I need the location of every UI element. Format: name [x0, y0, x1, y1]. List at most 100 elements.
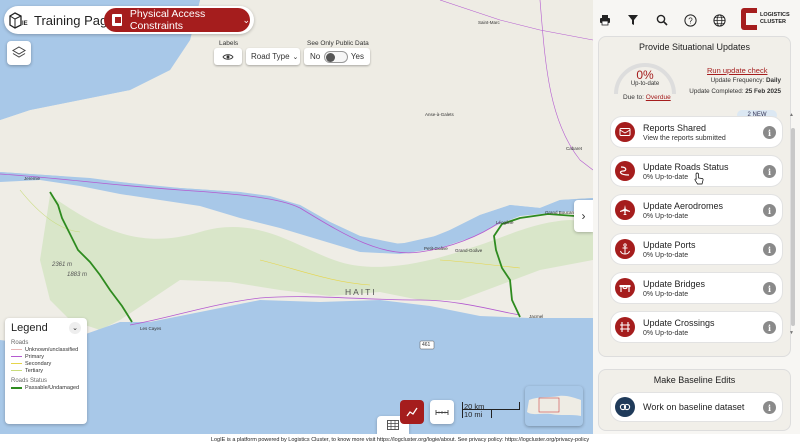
brand-line-1: LOGISTICS — [760, 12, 790, 19]
legend-row: Unknown/unclassified — [11, 346, 81, 353]
legend-row: Primary — [11, 353, 81, 360]
help-icon[interactable]: ? — [682, 12, 698, 28]
scroll-down-arrow[interactable]: ▼ — [789, 330, 794, 336]
item-title: Update Bridges — [643, 278, 706, 289]
legend-roads-list: Unknown/unclassified Primary Secondary Tert… — [11, 346, 81, 374]
gauge-percent: 0% — [636, 68, 654, 82]
map-label-haiti: HAITI — [345, 287, 377, 297]
updates-scrollbar[interactable] — [791, 128, 795, 326]
svg-text:?: ? — [688, 16, 693, 25]
public-data-yes: Yes — [350, 52, 364, 61]
measure-button[interactable] — [430, 400, 454, 424]
baseline-item-label: Work on baseline dataset — [643, 402, 745, 412]
due-info: Due to: Overdue — [623, 94, 671, 101]
due-label: Due to: — [623, 94, 644, 101]
due-overdue-link[interactable]: Overdue — [646, 94, 671, 101]
update-item-reports[interactable]: Reports Shared View the reports submitted… — [610, 116, 783, 148]
legend-row: Passable/Undamaged — [11, 384, 81, 391]
town-label-les-cayes: Les Cayes — [140, 326, 162, 331]
layers-button[interactable] — [7, 41, 31, 65]
legend-swatch — [11, 355, 22, 358]
minimap-shape — [527, 395, 581, 416]
layers-icon — [12, 46, 26, 58]
scale-bar: 20 km 10 mi — [460, 402, 522, 424]
update-completed: Update Completed: 25 Feb 2025 — [689, 88, 781, 95]
map-canvas[interactable]: HAITI 2361 m 1883 m 461 Jeremie Les Caye… — [0, 0, 593, 434]
overview-minimap[interactable] — [525, 386, 583, 426]
globe-icon[interactable] — [711, 12, 727, 28]
filter-icon[interactable] — [625, 12, 641, 28]
context-selector-button[interactable]: Physical Access Constraints ⌄ — [104, 8, 250, 32]
item-subtitle: 0% Up-to-date — [643, 212, 689, 220]
collapse-panel-button[interactable]: › — [574, 200, 593, 232]
chevron-right-icon: › — [581, 209, 586, 223]
page-title: Training Page — [34, 12, 115, 28]
chevron-down-icon: ⌄ — [292, 53, 299, 61]
update-gauge: 0% Up-to-date — [612, 60, 678, 96]
road-icon — [615, 161, 635, 181]
public-data-no: No — [310, 52, 321, 61]
map-label-elevation-1: 2361 m — [52, 262, 73, 268]
legend-swatch — [11, 362, 22, 365]
legend-label: Tertiary — [25, 367, 44, 374]
public-data-title: See Only Public Data — [307, 40, 369, 47]
mouse-cursor-icon — [694, 172, 704, 185]
frequency-value: Daily — [765, 77, 781, 84]
map-basemap — [0, 0, 593, 434]
legend-label: Unknown/unclassified — [25, 346, 79, 353]
situational-updates-title: Provide Situational Updates — [638, 42, 751, 52]
item-subtitle: 0% Up-to-date — [643, 290, 689, 298]
info-icon[interactable]: i — [763, 321, 776, 334]
legend-swatch — [11, 386, 22, 389]
item-subtitle: 0% Up-to-date — [643, 173, 689, 181]
info-icon[interactable]: i — [763, 165, 776, 178]
reports-icon — [615, 122, 635, 142]
toggle-switch[interactable] — [323, 50, 348, 63]
update-item-ports[interactable]: Update Ports 0% Up-to-date i — [610, 233, 783, 265]
town-label-jeremie: Jeremie — [24, 176, 41, 181]
road-type-dropdown[interactable]: Road Type ⌄ — [246, 48, 300, 65]
labels-title: Labels — [219, 40, 239, 47]
town-label-jacmel: Jacmel — [529, 314, 544, 319]
legend-status-list: Passable/Undamaged — [11, 384, 81, 391]
legend-swatch — [11, 369, 22, 372]
scroll-up-arrow[interactable]: ▲ — [789, 112, 794, 118]
legend-row: Secondary — [11, 360, 81, 367]
legend-label: Passable/Undamaged — [25, 384, 80, 391]
town-label-petit-goave: Petit-Goâve — [424, 246, 448, 251]
search-icon[interactable] — [654, 12, 670, 28]
title-bar: IE Training Page Physical Access Constra… — [4, 6, 254, 34]
baseline-dataset-item[interactable]: Work on baseline dataset i — [610, 392, 783, 422]
info-icon[interactable]: i — [763, 204, 776, 217]
legend-label: Primary — [25, 353, 44, 360]
logistics-cluster-mark-icon — [741, 8, 757, 30]
logistics-cluster-logo: LOGISTICS CLUSTER — [741, 8, 791, 30]
update-item-crossings[interactable]: Update Crossings 0% Up-to-date i — [610, 311, 783, 343]
item-title: Update Ports — [643, 239, 696, 250]
legend-swatch — [11, 348, 22, 351]
run-update-check-link[interactable]: Run update check — [707, 66, 767, 75]
labels-toggle-button[interactable] — [214, 48, 242, 65]
update-item-aerodromes[interactable]: Update Aerodromes 0% Up-to-date i — [610, 194, 783, 226]
eye-icon — [222, 53, 234, 60]
town-label-anse-a-galets: Anse-à-Galets — [425, 112, 454, 117]
info-icon[interactable]: i — [763, 282, 776, 295]
item-title: Reports Shared — [643, 122, 707, 133]
info-icon[interactable]: i — [763, 401, 776, 414]
print-icon[interactable] — [597, 12, 613, 28]
footer-notice: LogIE is a platform powered by Logistics… — [0, 434, 800, 446]
update-item-bridges[interactable]: Update Bridges 0% Up-to-date i — [610, 272, 783, 304]
context-selector-label: Physical Access Constraints — [129, 8, 206, 32]
info-icon[interactable]: i — [763, 243, 776, 256]
anchor-icon — [615, 239, 635, 259]
line-chart-icon — [406, 407, 418, 417]
airplane-icon — [615, 200, 635, 220]
scale-mi: 10 mi — [464, 410, 483, 419]
info-icon[interactable]: i — [763, 126, 776, 139]
chevron-down-icon[interactable]: ⌄ — [69, 322, 81, 334]
chart-button[interactable] — [400, 400, 424, 424]
public-data-switch[interactable]: No Yes — [304, 48, 370, 65]
item-title: Update Aerodromes — [643, 200, 724, 211]
logie-logo-icon[interactable]: IE — [8, 9, 30, 31]
item-subtitle: View the reports submitted — [643, 134, 726, 142]
